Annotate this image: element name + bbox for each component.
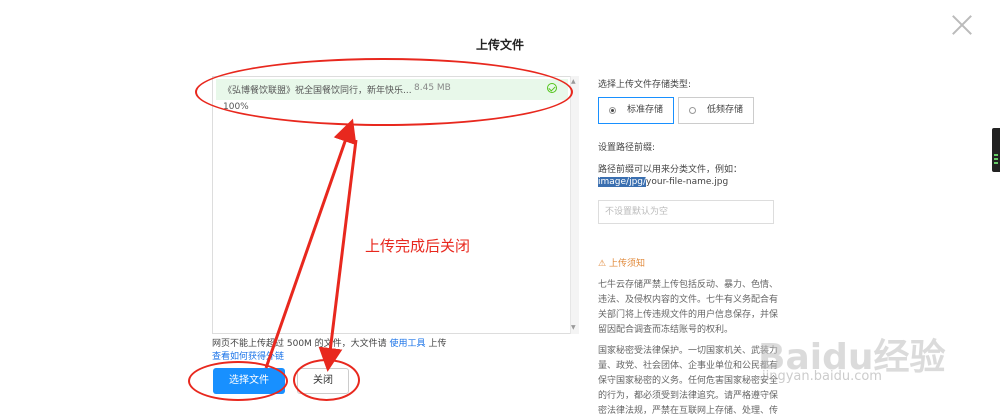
- annotation-text: 上传完成后关闭: [365, 237, 471, 255]
- radio-standard-storage[interactable]: 标准存储: [598, 97, 674, 124]
- prefix-label: 设置路径前缀:: [598, 143, 656, 153]
- radio-dot-icon: [609, 107, 616, 114]
- annotation-ellipse-select: [188, 361, 288, 401]
- prefix-description: 路径前缀可以用来分类文件，例如：: [598, 165, 743, 175]
- scroll-up-icon[interactable]: ▲: [571, 78, 576, 85]
- dialog-title: 上传文件: [475, 38, 524, 52]
- use-tool-link[interactable]: 使用工具: [390, 339, 426, 349]
- hint-suffix: 上传: [428, 339, 447, 349]
- scroll-down-icon[interactable]: ▼: [571, 324, 576, 331]
- upload-size-hint: 网页不能上传超过 500M 的文件，大文件请 使用工具 上传: [212, 336, 446, 349]
- radio-label: 低频存储: [707, 105, 744, 115]
- baidu-watermark-url: jingyan.baidu.com: [762, 369, 882, 384]
- hint-prefix: 网页不能上传超过 500M 的文件，大文件请: [212, 339, 387, 349]
- radio-low-frequency-storage[interactable]: 低频存储: [678, 97, 754, 124]
- prefix-example-filename: your-file-name.jpg: [646, 177, 729, 187]
- notice-title: ⚠ 上传须知: [598, 256, 645, 269]
- notice-title-text: 上传须知: [608, 259, 645, 269]
- annotation-ellipse-close: [293, 359, 360, 401]
- upload-list-scrollbar[interactable]: [570, 76, 579, 334]
- prefix-input[interactable]: 不设置默认为空: [598, 200, 774, 224]
- storage-type-label: 选择上传文件存储类型:: [598, 80, 692, 90]
- prefix-example: image/jpg/your-file-name.jpg: [598, 177, 728, 187]
- side-feedback-tab[interactable]: [992, 128, 1000, 172]
- external-link-help[interactable]: 查看如何获得外链: [212, 349, 284, 362]
- warning-icon: ⚠: [598, 259, 607, 269]
- annotation-ellipse-file: [195, 58, 573, 126]
- notice-paragraph-2: 国家秘密受法律保护。一切国家机关、武装力量、政党、社会团体、企事业单位和公民都有…: [598, 346, 779, 416]
- notice-paragraph-1: 七牛云存储严禁上传包括反动、暴力、色情、违法、及侵权内容的文件。七牛有义务配合有…: [598, 280, 779, 335]
- radio-dot-icon: [689, 107, 696, 114]
- prefix-example-highlight: image/jpg/: [598, 177, 647, 187]
- radio-label: 标准存储: [627, 105, 664, 115]
- close-dialog-icon[interactable]: [951, 14, 973, 36]
